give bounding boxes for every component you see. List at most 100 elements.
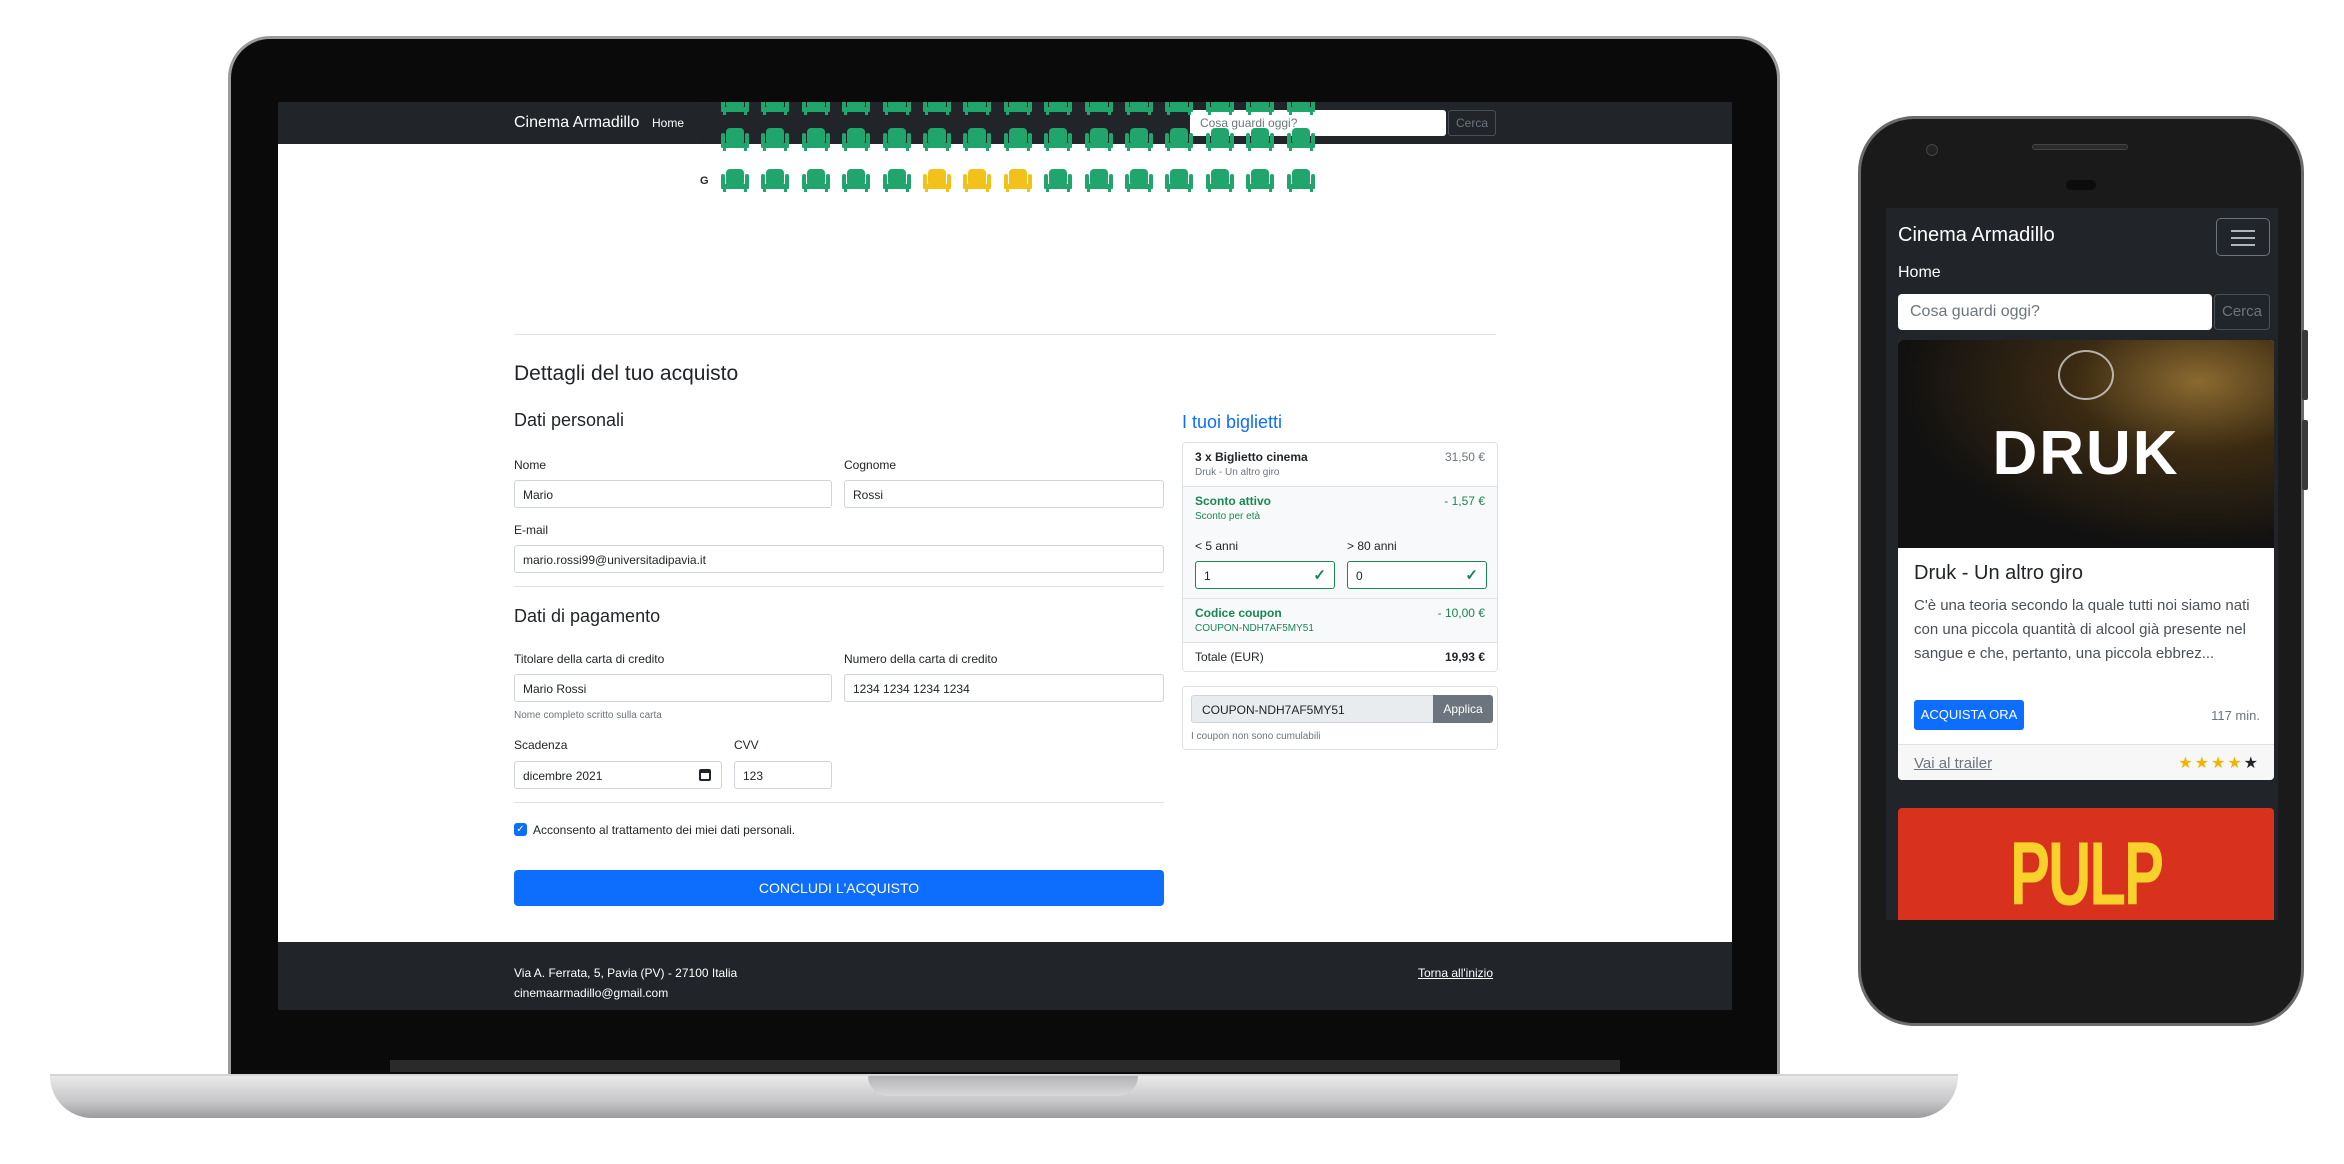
seat-free[interactable] [1205, 128, 1235, 152]
seat-selected[interactable] [962, 169, 992, 193]
rating-stars: ★★★★★ [2178, 753, 2260, 773]
card-number-label: Numero della carta di credito [844, 652, 998, 666]
seat-free[interactable] [1245, 169, 1275, 193]
discount-value: - 1,57 € [1444, 494, 1485, 508]
over80-value: 0 [1356, 569, 1363, 583]
seat-free[interactable] [841, 128, 871, 152]
seat-free[interactable] [1124, 128, 1154, 152]
discount-subtitle: Sconto per età [1195, 511, 1261, 522]
seat-free[interactable] [1286, 128, 1316, 152]
email-field[interactable]: mario.rossi99@universitadipavia.it [514, 545, 1164, 573]
seat-free[interactable] [1124, 102, 1154, 116]
seat-free[interactable] [1164, 128, 1194, 152]
discount-row: Sconto attivo Sconto per età - 1,57 € < … [1183, 487, 1497, 599]
seat-free[interactable] [882, 102, 912, 116]
expiry-field[interactable]: dicembre 2021 [514, 761, 722, 789]
seat-free[interactable] [760, 128, 790, 152]
seat-free[interactable] [1245, 128, 1275, 152]
consent-checkbox[interactable]: ✓ [514, 823, 527, 836]
mobile-search-button[interactable]: Cerca [2214, 294, 2270, 330]
seat-free[interactable] [1164, 169, 1194, 193]
apply-coupon-button[interactable]: Applica [1433, 695, 1493, 723]
card-footer: Vai al trailer ★★★★★ [1898, 744, 2274, 780]
laptop-hinge [390, 1060, 1620, 1072]
phone-volume-button [2302, 330, 2308, 400]
seat-free[interactable] [1245, 102, 1275, 116]
over80-field[interactable]: 0 ✓ [1347, 561, 1487, 589]
seat-free[interactable] [1043, 128, 1073, 152]
seat-free[interactable] [1043, 102, 1073, 116]
total-value: 19,93 € [1444, 650, 1485, 664]
seat-free[interactable] [1084, 169, 1114, 193]
seat-free[interactable] [760, 102, 790, 116]
under5-value: 1 [1204, 569, 1211, 583]
seat-free[interactable] [1084, 102, 1114, 116]
seat-free[interactable] [720, 128, 750, 152]
seat-selected[interactable] [922, 169, 952, 193]
seat-free[interactable] [1043, 169, 1073, 193]
footer-address: Via A. Ferrata, 5, Pavia (PV) - 27100 It… [514, 966, 738, 980]
under5-field[interactable]: 1 ✓ [1195, 561, 1335, 589]
seat-free[interactable] [801, 102, 831, 116]
seat-free[interactable] [882, 169, 912, 193]
over80-label: > 80 anni [1347, 539, 1397, 553]
star-icon: ★ [2194, 755, 2211, 772]
seat-free[interactable] [720, 169, 750, 193]
first-name-field[interactable]: Mario [514, 480, 832, 508]
footer-email[interactable]: cinemaarmadillo@gmail.com [514, 986, 668, 1000]
trailer-link[interactable]: Vai al trailer [1914, 755, 1992, 772]
card-number-field[interactable]: 1234 1234 1234 1234 [844, 674, 1164, 702]
seat-selected[interactable] [1003, 169, 1033, 193]
mobile-home-link[interactable]: Home [1898, 264, 1941, 282]
seat-free[interactable] [882, 128, 912, 152]
movie-description: C'è una teoria secondo la quale tutti no… [1914, 597, 2250, 662]
card-holder-field[interactable]: Mario Rossi [514, 674, 832, 702]
coupon-title: Codice coupon [1195, 606, 1282, 620]
movie-poster[interactable]: DRUK [1898, 340, 2274, 548]
seat-free[interactable] [720, 102, 750, 116]
seat-free[interactable] [922, 102, 952, 116]
seat-row-label: E [700, 102, 708, 110]
seat-free[interactable] [962, 128, 992, 152]
cvv-field[interactable]: 123 [734, 761, 832, 789]
back-to-top-link[interactable]: Torna all'inizio [1418, 966, 1493, 980]
ticket-price: 31,50 € [1444, 450, 1485, 464]
coupon-form: COUPON-NDH7AF5MY51 Applica I coupon non … [1182, 686, 1498, 750]
seat-free[interactable] [962, 102, 992, 116]
seat-free[interactable] [841, 102, 871, 116]
first-name-label: Nome [514, 458, 547, 472]
seat-free[interactable] [760, 169, 790, 193]
last-name-field[interactable]: Rossi [844, 480, 1164, 508]
seat-free[interactable] [1286, 102, 1316, 116]
coupon-row: Codice coupon COUPON-NDH7AF5MY51 - 10,00… [1183, 599, 1497, 643]
under5-label: < 5 anni [1195, 539, 1239, 553]
seat-free[interactable] [922, 128, 952, 152]
menu-toggle-button[interactable] [2216, 218, 2270, 256]
movie-card: PULP FICTION [1898, 808, 2274, 920]
seat-free[interactable] [1205, 102, 1235, 116]
seat-free[interactable] [1286, 169, 1316, 193]
mobile-search-input[interactable]: Cosa guardi oggi? [1898, 294, 2212, 330]
seat-map: E F G [278, 102, 1732, 242]
seat-free[interactable] [1124, 169, 1154, 193]
seat-free[interactable] [1003, 102, 1033, 116]
buy-now-button[interactable]: ACQUISTA ORA [1914, 700, 2024, 730]
phone-speaker [2032, 144, 2128, 150]
divider [514, 334, 1496, 335]
ticket-movie: Druk - Un altro giro [1195, 467, 1280, 478]
coupon-input[interactable]: COUPON-NDH7AF5MY51 [1191, 695, 1435, 723]
seat-free[interactable] [801, 128, 831, 152]
seat-row-label: F [700, 134, 707, 146]
seat-free[interactable] [801, 169, 831, 193]
calendar-icon[interactable] [699, 769, 711, 781]
payment-section-title: Dati di pagamento [514, 606, 661, 626]
mobile-brand-link[interactable]: Cinema Armadillo [1898, 224, 2055, 247]
consent-label: Acconsento al trattamento dei miei dati … [533, 823, 796, 837]
seat-free[interactable] [1205, 169, 1235, 193]
seat-free[interactable] [841, 169, 871, 193]
complete-purchase-button[interactable]: CONCLUDI L'ACQUISTO [514, 870, 1164, 906]
seat-free[interactable] [1003, 128, 1033, 152]
ticket-title: 3 x Biglietto cinema [1195, 450, 1308, 464]
seat-free[interactable] [1084, 128, 1114, 152]
seat-free[interactable] [1164, 102, 1194, 116]
